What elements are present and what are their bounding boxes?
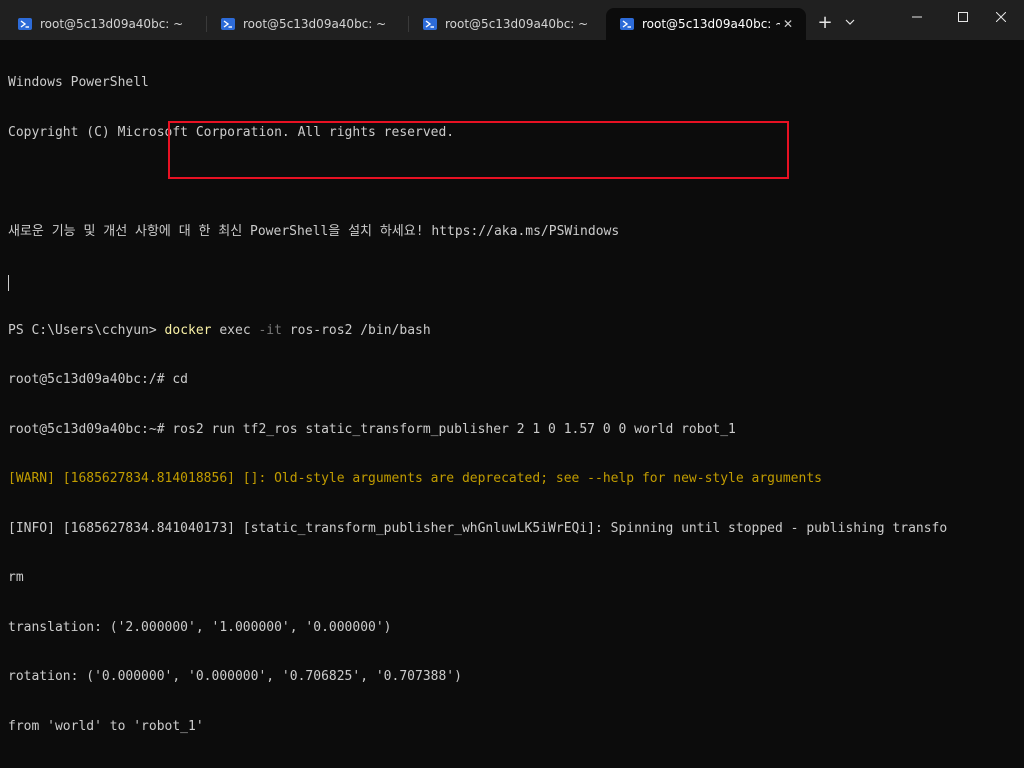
terminal-line: root@5c13d09a40bc:~# ros2 run tf2_ros st… <box>8 421 736 437</box>
plus-icon: + <box>817 11 833 33</box>
terminal-line: 새로운 기능 및 개선 사항에 대 한 최신 PowerShell을 설치 하세… <box>8 223 620 239</box>
powershell-icon <box>18 18 32 30</box>
command-flag: -it <box>258 322 282 338</box>
powershell-prompt-line: PS C:\Users\cchyun> docker exec -it ros-… <box>8 323 1024 340</box>
terminal-line: translation: ('2.000000', '1.000000', '0… <box>8 619 392 635</box>
command-program: docker <box>164 322 212 338</box>
terminal-line: rotation: ('0.000000', '0.000000', '0.70… <box>8 669 462 684</box>
terminal-pane[interactable]: Windows PowerShell Copyright (C) Microso… <box>0 40 1024 734</box>
terminal-line: Windows PowerShell <box>8 75 149 90</box>
tab-dropdown-button[interactable] <box>838 8 862 36</box>
command-arg: exec <box>211 322 259 338</box>
chevron-down-icon <box>845 19 855 25</box>
close-tab-icon[interactable]: ✕ <box>780 16 796 32</box>
minimize-button[interactable] <box>894 0 940 34</box>
minimize-icon <box>912 16 922 18</box>
command-rest: ros-ros2 /bin/bash <box>281 322 431 338</box>
tab-1[interactable]: root@5c13d09a40bc: ~ <box>4 8 204 40</box>
tab-title: root@5c13d09a40bc: ~ <box>243 17 387 31</box>
ps-prompt: PS C:\Users\cchyun> <box>8 322 165 338</box>
tab-title: root@5c13d09a40bc: ~ <box>40 17 184 31</box>
powershell-icon <box>423 18 437 30</box>
terminal-line: rm <box>8 570 24 585</box>
highlight-annotation-box <box>168 121 789 179</box>
tab-2[interactable]: root@5c13d09a40bc: ~ <box>207 8 407 40</box>
powershell-icon <box>221 18 235 30</box>
tab-title: root@5c13d09a40bc: ~ <box>445 17 589 31</box>
terminal-line: from 'world' to 'robot_1' <box>8 718 204 734</box>
maximize-icon <box>958 12 968 22</box>
info-line: [INFO] [1685627834.841040173] [static_tr… <box>8 520 948 536</box>
close-window-button[interactable] <box>978 0 1024 34</box>
close-icon <box>996 12 1006 22</box>
tab-3[interactable]: root@5c13d09a40bc: ~ <box>409 8 605 40</box>
tab-title: root@5c13d09a40bc: ~ <box>642 17 780 31</box>
text-cursor <box>8 275 9 291</box>
new-tab-button[interactable]: + <box>812 8 838 36</box>
warn-line: [WARN] [1685627834.814018856] []: Old-st… <box>8 471 822 486</box>
terminal-line: root@5c13d09a40bc:/# cd <box>8 372 189 387</box>
title-bar: root@5c13d09a40bc: ~ root@5c13d09a40bc: … <box>0 0 1024 40</box>
powershell-icon <box>620 18 634 30</box>
tab-4-active[interactable]: root@5c13d09a40bc: ~ ✕ <box>606 8 806 40</box>
